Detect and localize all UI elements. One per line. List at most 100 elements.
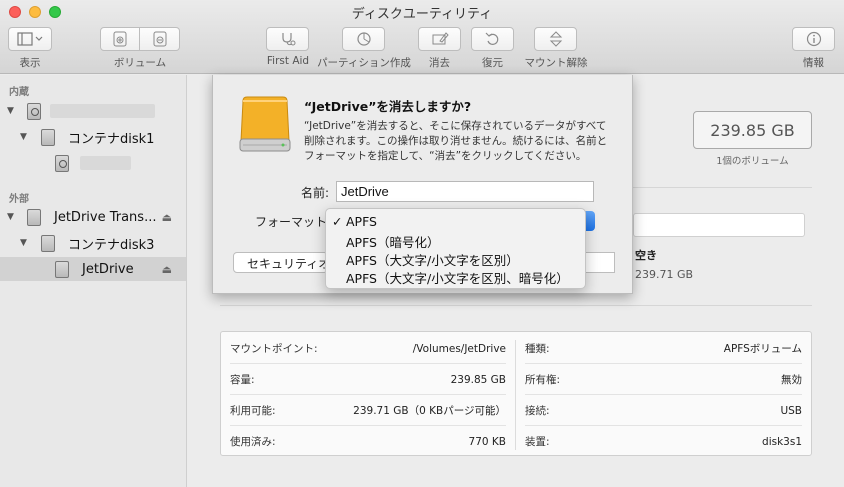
sidebar-item-jetdrive-transcend[interactable]: ▼ JetDrive Trans... ⏏ [0,205,186,229]
disk-icon [27,208,41,226]
stethoscope-icon [279,31,297,47]
eject-icon[interactable]: ⏏ [162,263,172,276]
sidebar-item-internal-disk[interactable]: ▼ [0,99,186,123]
format-option-label: APFS（大文字/小文字を区別、暗号化） [346,271,569,286]
info-key: 種類: [525,343,550,355]
format-option-apfs-case-sensitive-encrypted[interactable]: APFS（大文字/小文字を区別、暗号化） [326,267,585,286]
restore-button[interactable] [471,27,514,51]
sheet-field [585,252,615,273]
sidebar-item-jetdrive[interactable]: JetDrive ⏏ [0,257,186,281]
partition-button[interactable] [342,27,385,51]
sidebar: 内蔵 ▼ ▼ コンテナdisk1 外部 ▼ JetDrive Trans... … [0,75,187,487]
info-label: 情報 [803,57,824,69]
sidebar-item-label: コンテナdisk3 [68,237,155,253]
info-value: APFSボリューム [723,343,802,355]
eject-icon[interactable]: ⏏ [162,211,172,224]
disclosure-triangle-icon[interactable]: ▼ [7,212,14,222]
volume-label: ボリューム [113,57,167,69]
info-value: 無効 [781,374,802,386]
format-option-label: APFS [346,214,377,229]
pie-icon [356,31,372,47]
hard-disk-icon [55,154,69,172]
erase-label: 消去 [429,57,450,69]
add-volume-button[interactable] [100,27,140,51]
remove-volume-icon [152,31,168,47]
info-row-used: 使用済み: 770 KB [230,426,506,457]
info-key: 所有権: [525,374,561,386]
hard-disk-icon [27,102,41,120]
name-input[interactable] [336,181,594,202]
capacity-box: 239.85 GB [693,111,812,149]
info-row-mount-point: マウントポイント: /Volumes/JetDrive [230,333,506,364]
view-label: 表示 [19,57,41,69]
redacted-name [50,104,155,118]
info-value: 770 KB [468,435,506,448]
info-button[interactable] [792,27,835,51]
unmount-button[interactable] [534,27,577,51]
restore-icon [485,31,501,47]
erase-button[interactable] [418,27,461,51]
column-divider [515,340,516,450]
sidebar-icon [17,32,43,46]
info-key: 接続: [525,405,550,417]
free-value: 239.71 GB [635,268,694,281]
info-row-connection: 接続: USB [525,395,802,426]
security-options-button[interactable]: セキュリティオプション... [233,252,328,273]
info-row-type: 種類: APFSボリューム [525,333,802,364]
external-drive-icon [237,95,293,155]
partition-label: パーティション作成 [317,57,411,69]
sidebar-item-label: JetDrive [82,261,134,277]
info-value: /Volumes/JetDrive [412,342,506,355]
sidebar-item-label: JetDrive Trans... [54,209,157,225]
unmount-label: マウント解除 [524,57,588,69]
title-toolbar: ディスクユーティリティ 表示 ボリューム First Aid パーティション作成 [0,0,844,74]
info-value: 239.85 GB [450,373,506,386]
info-row-available: 利用可能: 239.71 GB（0 KBパージ可能） [230,395,506,426]
remove-volume-button[interactable] [140,27,180,51]
sidebar-item-container-disk3[interactable]: ▼ コンテナdisk3 [0,231,186,255]
sidebar-item-internal-volume[interactable] [0,151,186,175]
info-row-device: 装置: disk3s1 [525,426,802,457]
format-label: フォーマット [255,215,328,229]
disclosure-triangle-icon[interactable]: ▼ [7,106,14,116]
redacted-name [80,156,131,170]
restore-label: 復元 [482,57,503,69]
internal-header: 内蔵 [9,87,29,98]
disk-icon [41,128,55,146]
divider [220,305,812,306]
format-option-apfs-case-sensitive[interactable]: APFS（大文字/小文字を区別） [326,249,585,268]
info-key: マウントポイント: [230,343,318,355]
info-row-capacity: 容量: 239.85 GB [230,364,506,395]
usage-bar [633,213,805,237]
info-table: マウントポイント: /Volumes/JetDrive 容量: 239.85 G… [220,331,812,456]
disclosure-triangle-icon[interactable]: ▼ [20,132,27,142]
unmount-icon [549,31,563,47]
info-row-ownership: 所有権: 無効 [525,364,802,395]
erase-icon [431,31,449,47]
info-key: 装置: [525,436,550,448]
name-label: 名前: [301,186,330,200]
disk-icon [55,260,69,278]
info-icon [806,31,822,47]
sheet-message: “JetDrive”を消去すると、そこに保存されているデータがすべて削除されます… [304,120,608,162]
external-header: 外部 [9,194,29,205]
format-option-apfs-encrypted[interactable]: APFS（暗号化） [326,231,585,250]
window-title: ディスクユーティリティ [351,7,493,22]
info-key: 容量: [230,374,255,386]
checkmark-icon: ✓ [332,214,343,229]
info-key: 使用済み: [230,436,276,448]
info-value: USB [780,404,802,417]
view-button[interactable] [8,27,52,51]
disclosure-triangle-icon[interactable]: ▼ [20,238,27,248]
volume-count: 1個のボリューム [716,156,789,167]
info-key: 利用可能: [230,405,276,417]
disk-icon [41,234,55,252]
format-menu[interactable]: ✓ APFS APFS（暗号化） APFS（大文字/小文字を区別） APFS（大… [325,208,586,289]
first-aid-label: First Aid [266,55,310,67]
add-volume-icon [112,31,128,47]
sidebar-item-container-disk1[interactable]: ▼ コンテナdisk1 [0,125,186,149]
sheet-title: “JetDrive”を消去しますか? [304,99,472,114]
format-option-apfs[interactable]: ✓ APFS [326,213,585,231]
free-label: 空き [635,249,657,262]
first-aid-button[interactable] [266,27,309,51]
